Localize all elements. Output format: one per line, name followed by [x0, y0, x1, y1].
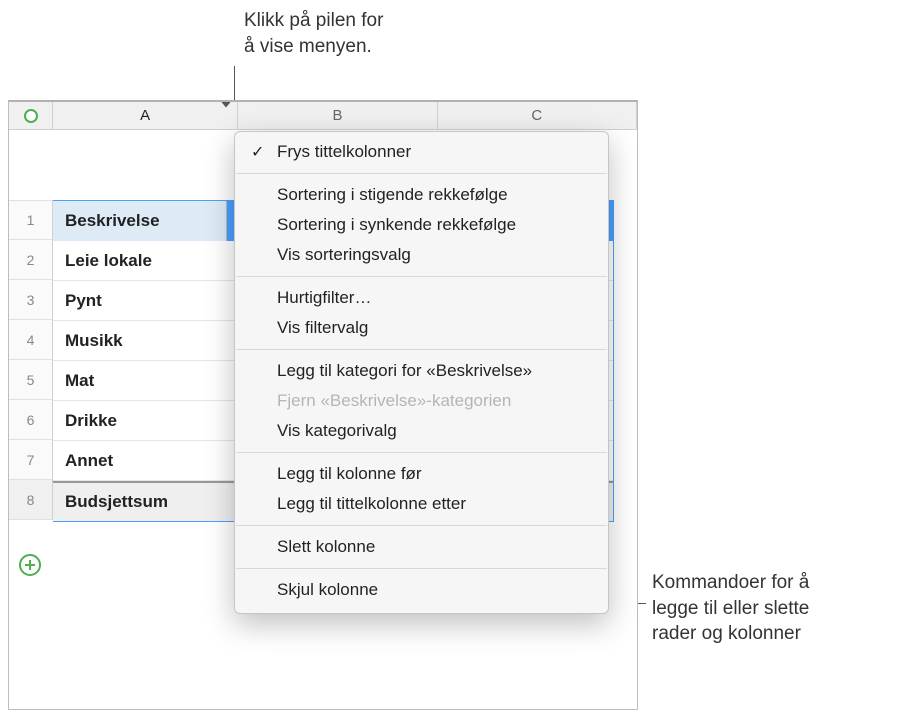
menu-item-label: Hurtigfilter…	[277, 288, 371, 307]
column-menu-arrow[interactable]	[221, 107, 231, 124]
menu-item-freeze-title-columns[interactable]: Frys tittelkolonner	[235, 137, 608, 167]
row-number: 1	[27, 212, 35, 228]
menu-item-label: Slett kolonne	[277, 537, 375, 556]
menu-separator	[236, 568, 607, 569]
cell-text: Drikke	[65, 411, 239, 431]
cell-text: Pynt	[65, 291, 239, 311]
menu-item-label: Vis kategorivalg	[277, 421, 397, 440]
column-header-b[interactable]: B	[238, 102, 437, 129]
menu-item-label: Skjul kolonne	[277, 580, 378, 599]
callout-right: Kommandoer for å legge til eller slette …	[652, 570, 809, 647]
callout-top: Klikk på pilen for å vise menyen.	[244, 8, 383, 59]
menu-item-show-filter-options[interactable]: Vis filtervalg	[235, 313, 608, 343]
row-header-8[interactable]: 8	[9, 480, 53, 520]
callout-top-text: Klikk på pilen for å vise menyen.	[244, 8, 383, 59]
header-cell-text: Beskrivelse	[65, 211, 160, 231]
row-number: 7	[27, 452, 35, 468]
column-context-menu: Frys tittelkolonner Sortering i stigende…	[234, 131, 609, 614]
cell-text: Leie lokale	[65, 251, 239, 271]
cell-text: Budsjettsum	[65, 492, 239, 512]
row-number: 6	[27, 412, 35, 428]
cell-text: Mat	[65, 371, 239, 391]
column-header-a-label: A	[140, 107, 150, 124]
header-cell-a[interactable]: Beskrivelse	[53, 201, 227, 241]
row-header-4[interactable]: 4	[9, 320, 53, 360]
row-header-5[interactable]: 5	[9, 360, 53, 400]
row-number: 8	[27, 492, 35, 508]
row-header-1[interactable]: 1	[9, 200, 53, 240]
column-header-c-label: C	[531, 107, 542, 124]
menu-separator	[236, 452, 607, 453]
menu-item-label: Vis filtervalg	[277, 318, 368, 337]
row-header-7[interactable]: 7	[9, 440, 53, 480]
menu-item-quick-filter[interactable]: Hurtigfilter…	[235, 283, 608, 313]
row-number: 2	[27, 252, 35, 268]
menu-separator	[236, 276, 607, 277]
menu-separator	[236, 525, 607, 526]
chevron-down-icon	[221, 101, 231, 124]
row-number: 5	[27, 372, 35, 388]
menu-item-label: Legg til kategori for «Beskrivelse»	[277, 361, 532, 380]
menu-item-label: Legg til kolonne før	[277, 464, 422, 483]
sheet-corner[interactable]	[9, 102, 53, 130]
add-row-button[interactable]	[19, 554, 41, 576]
menu-item-label: Fjern «Beskrivelse»-kategorien	[277, 391, 511, 410]
row-header-2[interactable]: 2	[9, 240, 53, 280]
menu-item-add-title-column-after[interactable]: Legg til tittelkolonne etter	[235, 489, 608, 519]
column-header-c[interactable]: C	[438, 102, 637, 129]
column-header-a[interactable]: A	[53, 102, 238, 129]
menu-item-add-category[interactable]: Legg til kategori for «Beskrivelse»	[235, 356, 608, 386]
column-headers: A B C	[53, 102, 637, 130]
row-header-6[interactable]: 6	[9, 400, 53, 440]
menu-item-label: Vis sorteringsvalg	[277, 245, 411, 264]
menu-item-delete-column[interactable]: Slett kolonne	[235, 532, 608, 562]
menu-separator	[236, 349, 607, 350]
menu-item-remove-category: Fjern «Beskrivelse»-kategorien	[235, 386, 608, 416]
cell-text: Musikk	[65, 331, 239, 351]
menu-item-sort-ascending[interactable]: Sortering i stigende rekkefølge	[235, 180, 608, 210]
menu-item-show-category-options[interactable]: Vis kategorivalg	[235, 416, 608, 446]
row-headers: 1 2 3 4 5 6 7 8	[9, 130, 53, 709]
cell-text: Annet	[65, 451, 239, 471]
menu-item-hide-column[interactable]: Skjul kolonne	[235, 575, 608, 605]
row-header-3[interactable]: 3	[9, 280, 53, 320]
menu-separator	[236, 173, 607, 174]
menu-item-label: Legg til tittelkolonne etter	[277, 494, 466, 513]
callout-right-text: Kommandoer for å legge til eller slette …	[652, 570, 809, 647]
row-number: 3	[27, 292, 35, 308]
menu-item-add-column-before[interactable]: Legg til kolonne før	[235, 459, 608, 489]
column-header-b-label: B	[333, 107, 343, 124]
menu-item-label: Sortering i synkende rekkefølge	[277, 215, 516, 234]
menu-item-show-sort-options[interactable]: Vis sorteringsvalg	[235, 240, 608, 270]
menu-item-label: Sortering i stigende rekkefølge	[277, 185, 508, 204]
row-number: 4	[27, 332, 35, 348]
menu-item-label: Frys tittelkolonner	[277, 142, 411, 161]
select-all-handle-icon	[24, 109, 38, 123]
menu-item-sort-descending[interactable]: Sortering i synkende rekkefølge	[235, 210, 608, 240]
